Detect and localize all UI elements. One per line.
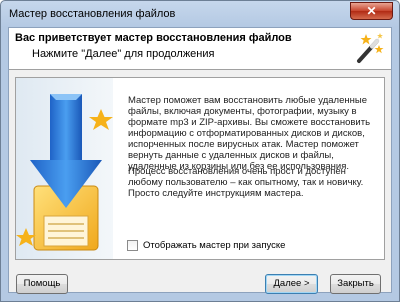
- illustration-sidebar: [16, 78, 113, 259]
- close-button[interactable]: Закрыть: [330, 274, 381, 294]
- content-panel: Мастер поможет вам восстановить любые уд…: [15, 77, 385, 260]
- wizard-header: Вас приветствует мастер восстановления ф…: [9, 28, 391, 70]
- wizard-client-area: Вас приветствует мастер восстановления ф…: [8, 27, 392, 294]
- process-paragraph: Процесс восстановления очень прост и дос…: [128, 166, 364, 199]
- window-title: Мастер восстановления файлов: [9, 8, 176, 20]
- header-title: Вас приветствует мастер восстановления ф…: [15, 32, 292, 44]
- description-paragraph: Мастер поможет вам восстановить любые уд…: [128, 95, 371, 172]
- show-on-startup-label[interactable]: Отображать мастер при запуске: [143, 240, 285, 251]
- show-on-startup-checkbox[interactable]: [127, 240, 138, 251]
- next-button[interactable]: Далее >: [265, 274, 318, 294]
- close-icon: ✕: [366, 4, 377, 18]
- help-button[interactable]: Помощь: [16, 274, 68, 294]
- magic-wand-icon: [357, 33, 384, 63]
- header-subtitle: Нажмите "Далее" для продолжения: [32, 48, 215, 60]
- download-arrow-floppy-icon: [16, 94, 113, 251]
- title-bar[interactable]: Мастер восстановления файлов ✕: [1, 1, 399, 27]
- window-close-button[interactable]: ✕: [350, 2, 393, 20]
- wizard-window: Мастер восстановления файлов ✕ Вас приве…: [0, 0, 400, 302]
